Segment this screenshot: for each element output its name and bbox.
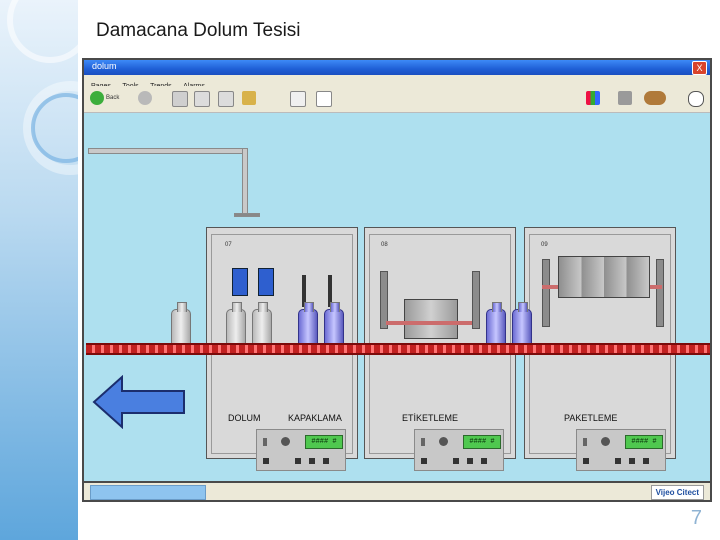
close-button[interactable]: X	[692, 61, 707, 75]
print-icon[interactable]	[618, 91, 632, 105]
jug-full	[324, 302, 344, 345]
dial-icon[interactable]	[281, 437, 290, 446]
labeler-post	[472, 271, 480, 329]
lcd-display: #### #	[463, 435, 501, 449]
station-label-kapaklama: KAPAKLAMA	[288, 413, 342, 423]
status-field	[90, 485, 206, 500]
page-icon[interactable]	[218, 91, 234, 107]
lcd-display: #### #	[305, 435, 343, 449]
station-number: 08	[381, 242, 388, 248]
station-label-dolum: DOLUM	[228, 413, 261, 423]
dial-icon[interactable]	[601, 437, 610, 446]
notes-icon[interactable]	[316, 91, 332, 107]
switch-icon[interactable]	[421, 438, 425, 446]
button-icon[interactable]	[615, 458, 621, 464]
labeler-rail	[386, 321, 472, 325]
forward-icon[interactable]	[138, 91, 152, 105]
decorative-circles	[7, 0, 78, 175]
users-icon[interactable]	[644, 91, 666, 105]
jug-empty	[171, 302, 191, 345]
conveyor-belt	[86, 343, 710, 355]
control-panel: #### #	[414, 429, 504, 471]
page-number: 7	[690, 507, 702, 529]
button-icon[interactable]	[421, 458, 427, 464]
menu-icon[interactable]	[290, 91, 306, 107]
window-title: dolum	[92, 61, 117, 71]
direction-arrow-icon	[92, 375, 185, 429]
button-icon[interactable]	[481, 458, 487, 464]
back-icon[interactable]	[90, 91, 104, 105]
menu-bar: Pages Tools Trends Alarms	[84, 75, 710, 90]
slide-title: Damacana Dolum Tesisi	[96, 20, 301, 41]
jug-full	[298, 302, 318, 345]
brand-logo: Vijeo Citect	[650, 485, 704, 500]
supply-pipe	[88, 148, 248, 154]
supply-pipe	[234, 213, 260, 217]
button-icon[interactable]	[467, 458, 473, 464]
jug-empty	[226, 302, 246, 345]
chart-icon[interactable]	[586, 91, 600, 105]
jug-full	[486, 302, 506, 345]
button-icon[interactable]	[309, 458, 315, 464]
supply-pipe	[242, 148, 248, 216]
up-folder-icon[interactable]	[172, 91, 188, 107]
station-label-paketleme: PAKETLEME	[564, 413, 618, 423]
control-panel: #### #	[576, 429, 666, 471]
filling-nozzle	[232, 268, 248, 296]
page-icon[interactable]	[194, 91, 210, 107]
jug-empty	[252, 302, 272, 345]
packer-post	[656, 259, 664, 327]
jug-full	[512, 302, 532, 345]
dial-icon[interactable]	[439, 437, 448, 446]
home-icon[interactable]	[242, 91, 256, 105]
packed-jugs	[558, 256, 650, 298]
station-number: 09	[541, 242, 548, 248]
control-panel: #### #	[256, 429, 346, 471]
station-number: 07	[225, 242, 232, 248]
button-icon[interactable]	[453, 458, 459, 464]
window-titlebar: dolum X	[84, 60, 710, 75]
switch-icon[interactable]	[263, 438, 267, 446]
filling-nozzle	[258, 268, 274, 296]
scada-canvas: 07 08 09 DOLUM KAPAKLAMA ETİKETLEME PAKE…	[84, 113, 710, 481]
back-label[interactable]: Back	[106, 95, 119, 101]
button-icon[interactable]	[583, 458, 589, 464]
help-icon[interactable]	[688, 91, 704, 107]
slide-decoration-strip	[0, 0, 78, 540]
packer-post	[542, 259, 550, 327]
label-roll	[404, 299, 458, 339]
button-icon[interactable]	[295, 458, 301, 464]
button-icon[interactable]	[323, 458, 329, 464]
lcd-display: #### #	[625, 435, 663, 449]
app-window: dolum X Pages Tools Trends Alarms Back 0…	[82, 58, 712, 502]
button-icon[interactable]	[643, 458, 649, 464]
button-icon[interactable]	[263, 458, 269, 464]
station-label-etiketleme: ETİKETLEME	[402, 413, 459, 423]
status-bar: Vijeo Citect	[84, 483, 710, 500]
toolbar: Back	[84, 86, 710, 113]
switch-icon[interactable]	[583, 438, 587, 446]
button-icon[interactable]	[629, 458, 635, 464]
